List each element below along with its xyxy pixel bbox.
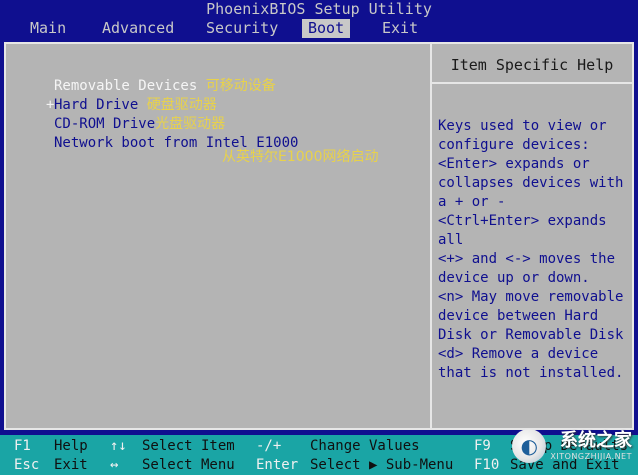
- key-enter: Enter: [256, 457, 299, 473]
- help-line: <n> May move removable: [438, 289, 624, 305]
- key-esc-desc: Exit: [54, 457, 88, 473]
- help-line: <Enter> expands or: [438, 156, 590, 172]
- help-line: <+> and <-> moves the: [438, 251, 616, 267]
- network-boot-annotation: 从英特尔E1000网络启动: [222, 149, 379, 165]
- menu-advanced[interactable]: Advanced: [96, 19, 180, 38]
- key-esc: Esc: [14, 457, 40, 473]
- watermark-text: 系统之家 XITONGZHIJIA.NET: [550, 430, 632, 462]
- key-f1-desc: Help: [54, 438, 88, 454]
- boot-item-removable-devices[interactable]: Removable Devices 可移动设备: [46, 77, 298, 96]
- watermark-en: XITONGZHIJIA.NET: [550, 452, 632, 461]
- main-panel: Removable Devices 可移动设备 +Hard Drive 硬盘驱动…: [4, 42, 634, 430]
- key-f1: F1: [14, 438, 31, 454]
- site-watermark: ◐ 系统之家 XITONGZHIJIA.NET: [512, 422, 632, 470]
- boot-item-annotation: 硬盘驱动器: [146, 97, 217, 113]
- key-f9: F9: [474, 438, 491, 454]
- panel-divider: [430, 44, 432, 428]
- help-line: Disk or Removable Disk: [438, 327, 624, 343]
- boot-item-cdrom-drive[interactable]: CD-ROM Drive光盘驱动器: [46, 115, 298, 134]
- boot-item-label: Removable Devices: [54, 78, 198, 94]
- help-line: <d> Remove a device: [438, 346, 599, 362]
- key-enter-desc: Select ▶ Sub-Menu: [310, 457, 454, 473]
- expand-plus-icon: +: [46, 97, 55, 113]
- help-line: all: [438, 232, 464, 248]
- boot-item-annotation: 光盘驱动器: [155, 116, 226, 132]
- arrow-up-down-icon: ↑↓: [110, 438, 127, 454]
- key-updown-desc: Select Item: [142, 438, 235, 454]
- key-minus-plus-desc: Change Values: [310, 438, 420, 454]
- key-minus-plus: -/+: [256, 438, 282, 454]
- boot-item-label: Hard Drive: [54, 97, 139, 113]
- menu-bar: Main Advanced Security Boot Exit: [0, 19, 638, 38]
- help-line: a + or -: [438, 194, 506, 210]
- help-line: device between Hard: [438, 308, 599, 324]
- menu-security[interactable]: Security: [200, 19, 284, 38]
- boot-item-annotation: 可移动设备: [205, 78, 276, 94]
- help-line: configure devices:: [438, 137, 590, 153]
- menu-exit[interactable]: Exit: [376, 19, 424, 38]
- help-line: device up or down.: [438, 270, 590, 286]
- watermark-logo-icon: ◐: [512, 429, 547, 463]
- menu-main[interactable]: Main: [24, 19, 72, 38]
- help-text: Keys used to view or configure devices: …: [438, 117, 628, 383]
- key-f10: F10: [474, 457, 500, 473]
- menu-boot[interactable]: Boot: [302, 19, 351, 38]
- watermark-cn: 系统之家: [560, 430, 632, 451]
- arrow-left-right-icon: ↔: [110, 457, 119, 473]
- boot-item-hard-drive[interactable]: +Hard Drive 硬盘驱动器: [46, 96, 298, 115]
- key-leftright-desc: Select Menu: [142, 457, 235, 473]
- help-line: Keys used to view or: [438, 118, 607, 134]
- window-title: PhoenixBIOS Setup Utility: [0, 0, 638, 19]
- boot-device-list: Removable Devices 可移动设备 +Hard Drive 硬盘驱动…: [46, 77, 298, 153]
- help-line: <Ctrl+Enter> expands: [438, 213, 607, 229]
- help-title-divider: [432, 82, 632, 84]
- boot-item-label: CD-ROM Drive: [54, 116, 156, 132]
- help-title: Item Specific Help: [450, 56, 614, 74]
- help-line: that is not installed.: [438, 365, 624, 381]
- help-line: collapses devices with: [438, 175, 624, 191]
